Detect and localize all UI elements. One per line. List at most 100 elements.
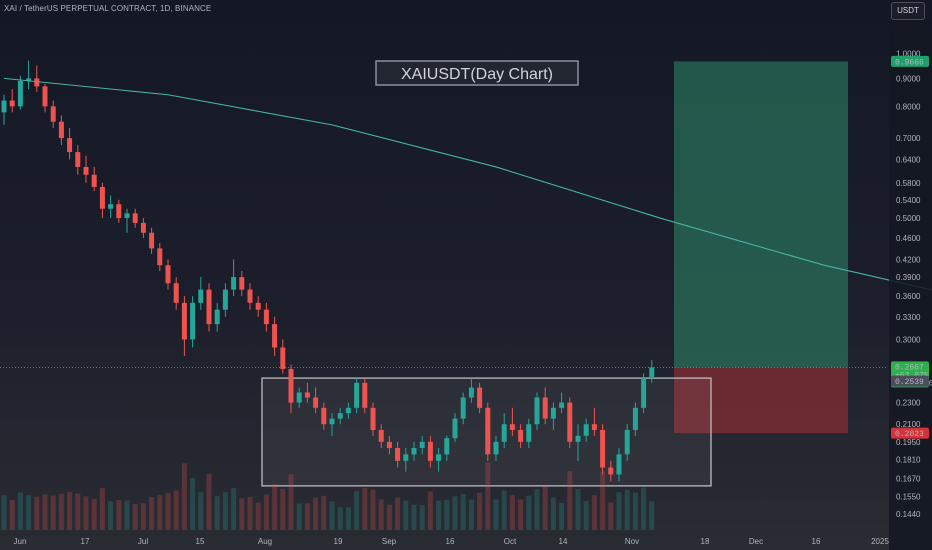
candle[interactable] [255, 296, 261, 317]
candle[interactable] [567, 397, 573, 449]
y-tick-label: 0.5000 [896, 214, 921, 223]
volume-bar [337, 507, 343, 530]
volume-bar [370, 489, 376, 530]
candle[interactable] [149, 227, 155, 254]
volume-bar [58, 493, 64, 530]
candle-body [263, 309, 269, 325]
chart-area[interactable]: XAIUSDT(Day Chart) 1.0000 0.9000 0.8000 0.7… [0, 0, 932, 550]
volume-bar [222, 492, 228, 530]
candle[interactable] [173, 277, 179, 310]
candle[interactable] [108, 195, 114, 219]
take-profit-zone[interactable] [674, 61, 848, 368]
volume-bar [263, 494, 269, 530]
volume-bar [559, 502, 565, 530]
currency-selector[interactable]: USDT [891, 2, 925, 20]
candle[interactable] [50, 100, 56, 129]
y-tick-label: 0.1950 [896, 438, 921, 447]
candle[interactable] [17, 75, 23, 110]
candle-body [641, 378, 647, 408]
candle[interactable] [91, 166, 97, 192]
candle-body [296, 392, 302, 403]
candle-body [362, 382, 368, 408]
candle[interactable] [239, 271, 245, 297]
candle[interactable] [165, 259, 171, 290]
candle[interactable] [198, 277, 204, 310]
candle-body [288, 368, 294, 403]
candle-body [649, 367, 655, 379]
candle[interactable] [26, 60, 32, 90]
volume-bar [280, 488, 286, 530]
candle-body [165, 265, 171, 284]
candle[interactable] [140, 218, 146, 238]
x-tick-label: 16 [446, 537, 455, 546]
candle[interactable] [231, 259, 237, 297]
volume-bar [518, 499, 524, 530]
candle-body [468, 387, 474, 398]
candle[interactable] [206, 283, 212, 332]
candle-body [477, 387, 483, 408]
candle[interactable] [116, 199, 122, 223]
candle[interactable] [1, 94, 7, 125]
candle[interactable] [247, 283, 253, 310]
candle-body [427, 441, 433, 461]
candle[interactable] [34, 65, 40, 92]
volume-bar [329, 501, 335, 530]
candle-body [493, 441, 499, 455]
candle[interactable] [600, 424, 606, 475]
candle[interactable] [67, 128, 73, 160]
x-tick-label: 19 [334, 537, 343, 546]
candle-body [419, 441, 425, 449]
candle-body [304, 392, 310, 398]
candle[interactable] [263, 302, 269, 332]
candle[interactable] [99, 182, 105, 219]
volume-bar [608, 502, 614, 530]
volume-bar [67, 492, 73, 530]
candle[interactable] [190, 296, 196, 348]
candle[interactable] [214, 302, 220, 332]
volume-bar [198, 492, 204, 530]
candle[interactable] [83, 155, 89, 183]
candle-body [157, 248, 163, 266]
volume-bar [83, 496, 89, 530]
candle-body [329, 418, 335, 425]
volume-bar [354, 491, 360, 530]
candlestick-chart[interactable]: XAIUSDT(Day Chart) 1.00000.90000.80000.7… [0, 0, 932, 550]
x-tick-label: Sep [382, 537, 397, 546]
candle[interactable] [272, 316, 278, 356]
volume-bar [231, 488, 237, 530]
candle[interactable] [58, 115, 64, 145]
candle-body [575, 435, 581, 442]
x-tick-label: Jun [14, 537, 27, 546]
candle[interactable] [124, 208, 130, 233]
candle[interactable] [75, 144, 81, 175]
candle[interactable] [280, 339, 286, 374]
candle-body [403, 454, 409, 461]
x-tick-label: 2025 [871, 537, 889, 546]
volume-bar [34, 496, 40, 530]
volume-bar [583, 501, 589, 530]
candle[interactable] [42, 83, 48, 113]
volume-bar [550, 497, 556, 530]
candle[interactable] [132, 208, 138, 228]
candle[interactable] [485, 402, 491, 461]
x-tick-label: 16 [812, 537, 821, 546]
candle-body [34, 78, 40, 87]
candle[interactable] [181, 296, 187, 356]
volume-bar [542, 486, 548, 530]
volume-bar [9, 500, 15, 530]
candle-body [411, 448, 417, 455]
x-tick-label: 18 [701, 537, 710, 546]
volume-bar [149, 497, 155, 530]
volume-bar [206, 473, 212, 530]
candle[interactable] [222, 283, 228, 317]
candle[interactable] [641, 373, 647, 414]
candle[interactable] [157, 243, 163, 272]
candle-body [108, 204, 114, 209]
price-axis[interactable] [889, 20, 932, 550]
candle-body [17, 81, 23, 107]
y-tick-label: 0.2300 [896, 399, 921, 408]
volume-bar [239, 498, 245, 530]
candle-body [567, 402, 573, 442]
candle-body [624, 429, 630, 455]
candle[interactable] [9, 89, 15, 113]
